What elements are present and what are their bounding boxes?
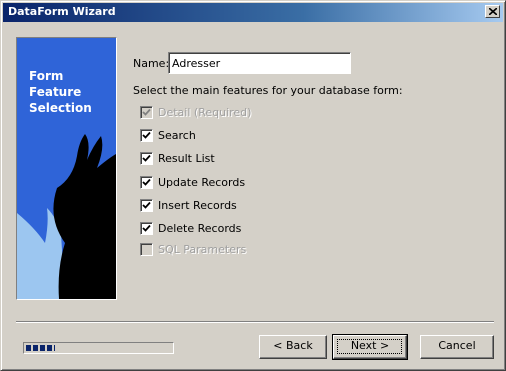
feature-detail-checkbox (140, 106, 153, 119)
feature-result-list-label[interactable]: Result List (158, 152, 215, 165)
feature-sql-parameters-checkbox (140, 243, 153, 256)
back-button-label: < Back (273, 339, 313, 352)
feature-delete-records-label[interactable]: Delete Records (158, 222, 241, 235)
feature-search-checkbox[interactable] (140, 129, 153, 142)
feature-search-label[interactable]: Search (158, 129, 196, 142)
wizard-window: DataForm Wizard Form Feature Selection N… (0, 0, 506, 371)
name-input[interactable] (168, 52, 351, 74)
window-title: DataForm Wizard (8, 5, 116, 18)
close-button[interactable] (485, 5, 500, 18)
cancel-button-label: Cancel (438, 339, 476, 352)
checkmark-icon (142, 178, 151, 186)
cancel-button[interactable]: Cancel (420, 335, 494, 359)
footer-separator (16, 321, 494, 323)
feature-sql-parameters-label: SQL Parameters (158, 243, 247, 256)
side-panel-title: Form Feature Selection (29, 69, 92, 115)
checkmark-icon (142, 154, 151, 162)
feature-update-records-checkbox[interactable] (140, 176, 153, 189)
features-label: Select the main features for your databa… (133, 84, 403, 97)
checkmark-icon (142, 108, 151, 116)
feature-result-list-checkbox[interactable] (140, 152, 153, 165)
feature-detail-label: Detail (Required) (158, 106, 252, 119)
progress-fill (26, 345, 55, 351)
feature-delete-records-checkbox[interactable] (140, 222, 153, 235)
feature-update-records-label[interactable]: Update Records (158, 176, 245, 189)
checkmark-icon (142, 131, 151, 139)
back-button[interactable]: < Back (259, 335, 327, 359)
focus-ring (337, 339, 402, 354)
progress-bar (23, 342, 174, 354)
checkmark-icon (142, 224, 151, 232)
feature-insert-records-checkbox[interactable] (140, 199, 153, 212)
title-bar[interactable]: DataForm Wizard (3, 3, 503, 22)
feature-insert-records-label[interactable]: Insert Records (158, 199, 237, 212)
side-panel: Form Feature Selection (16, 37, 117, 300)
checkmark-icon (142, 201, 151, 209)
name-label: Name: (133, 57, 170, 70)
next-button[interactable]: Next > (332, 334, 408, 360)
close-icon (489, 8, 497, 15)
